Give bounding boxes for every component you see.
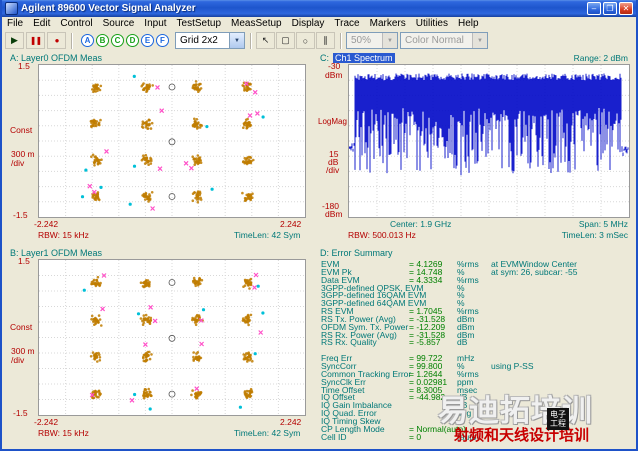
menu-input[interactable]: Input	[139, 18, 171, 29]
error-row: SyncClk Err = 0.02981 ppm	[321, 376, 474, 387]
rbw-label: RBW: 500.013 Hz	[348, 230, 416, 240]
cursor-tool[interactable]: ↖	[256, 32, 275, 49]
panel-d-title: D: Error Summary	[320, 248, 393, 258]
x-max-label: 2.242	[280, 417, 302, 427]
x-min-label: -2.242	[34, 219, 59, 229]
restart-button[interactable]: ▶	[5, 32, 24, 49]
close-button[interactable]: ✕	[619, 2, 633, 15]
pause-icon: ❚❚	[29, 36, 42, 45]
menu-file[interactable]: File	[2, 18, 28, 29]
app-icon	[5, 2, 18, 15]
error-summary-table: EVM = 4.1269 %rms at EVMWindow Center EVM Pk…	[321, 259, 634, 442]
y-axis-label: LogMag	[318, 117, 347, 126]
y-max-label: 1.5	[18, 61, 30, 71]
menu-markers[interactable]: Markers	[365, 18, 411, 29]
span-label: Span: 5 MHz	[578, 219, 628, 229]
trace-e-button[interactable]: E	[141, 34, 154, 47]
y-axis-label: Const	[10, 125, 33, 135]
title-bar: Agilent 89600 Vector Signal Analyzer – ❐…	[2, 0, 636, 17]
x-min-label: -2.242	[34, 417, 59, 427]
y-max-label: 1.5	[18, 256, 30, 266]
y-min-label: -1.5	[13, 408, 28, 418]
spectrum-plot[interactable]	[348, 64, 630, 218]
menu-source[interactable]: Source	[98, 18, 140, 29]
window-title: Agilent 89600 Vector Signal Analyzer	[21, 3, 196, 14]
zoom-select[interactable]: 50% ▼	[346, 32, 398, 49]
main-area: A: Layer0 OFDM Meas 1.5 Const 300 m /div…	[2, 51, 636, 449]
y-min-label: -1.5	[13, 210, 28, 220]
trace-d-button[interactable]: D	[126, 34, 139, 47]
record-icon: ●	[54, 36, 60, 45]
zoom-box-tool[interactable]: ▢	[276, 32, 295, 49]
menu-utilities[interactable]: Utilities	[411, 18, 453, 29]
app-window: Agilent 89600 Vector Signal Analyzer – ❐…	[0, 0, 638, 451]
error-row: Cell ID = 0 (auto)	[321, 431, 480, 442]
constellation-plot-b[interactable]	[38, 259, 306, 416]
menu-control[interactable]: Control	[55, 18, 97, 29]
marker-circle-tool[interactable]: ○	[296, 32, 315, 49]
panel-ch1-spectrum: C: Ch1 Spectrum Range: 2 dBm -30 dBm Log…	[318, 53, 634, 245]
rbw-label: RBW: 15 kHz	[38, 230, 89, 240]
timelen-label: TimeLen: 42 Sym	[234, 428, 301, 438]
toolbar-separator	[250, 32, 251, 49]
toolbar-separator	[71, 32, 72, 49]
chevron-down-icon: ▼	[382, 33, 397, 48]
toolbar: ▶ ❚❚ ● ABCDEF Grid 2x2 ▼ ↖ ▢ ○ ∥ 50% ▼ Colo…	[2, 30, 636, 52]
menu-display[interactable]: Display	[287, 18, 330, 29]
panel-c-title: Ch1 Spectrum	[333, 53, 395, 63]
error-row: Freq Err = 99.722 mHz	[321, 353, 475, 364]
error-row: RS Rx. Quality = -5.857 dB	[321, 337, 468, 348]
chevron-down-icon: ▼	[472, 33, 487, 48]
y-scale-unit2: /div	[326, 165, 340, 175]
timelen-label: TimeLen: 3 mSec	[561, 230, 628, 240]
panel-layer0-ofdm: A: Layer0 OFDM Meas 1.5 Const 300 m /div…	[8, 53, 312, 245]
panel-layer1-ofdm: B: Layer1 OFDM Meas 1.5 Const 300 m /div…	[8, 248, 312, 446]
error-row	[321, 347, 634, 355]
error-row: EVM = 4.1269 %rms at EVMWindow Center	[321, 259, 577, 269]
chevron-down-icon: ▼	[229, 33, 244, 48]
menu-bar: File Edit Control Source Input TestSetup MeasS…	[2, 17, 636, 31]
toolbar-separator	[340, 32, 341, 49]
y-scale-unit: /div	[11, 355, 25, 365]
y-min-unit: dBm	[325, 209, 343, 219]
pause-button[interactable]: ❚❚	[26, 32, 45, 49]
rbw-label: RBW: 15 kHz	[38, 428, 89, 438]
menu-help[interactable]: Help	[453, 18, 484, 29]
menu-testsetup[interactable]: TestSetup	[172, 18, 226, 29]
error-row: Common Tracking Error = 1.2644 %rms	[321, 368, 479, 379]
timelen-label: TimeLen: 42 Sym	[234, 230, 301, 240]
constellation-plot-a[interactable]	[38, 64, 306, 218]
center-freq-label: Center: 1.9 GHz	[390, 219, 452, 229]
record-button[interactable]: ●	[47, 32, 66, 49]
y-scale-unit: /div	[11, 158, 25, 168]
minimize-button[interactable]: –	[587, 2, 601, 15]
panel-error-summary: D: Error Summary EVM = 4.1269 %rms at EVMWi…	[318, 248, 634, 448]
trace-c-button[interactable]: C	[111, 34, 124, 47]
zoom-value: 50%	[351, 35, 372, 46]
y-axis-label: Const	[10, 322, 33, 332]
x-max-label: 2.242	[280, 219, 302, 229]
band-marker-tool[interactable]: ∥	[316, 32, 335, 49]
menu-meassetup[interactable]: MeasSetup	[226, 18, 287, 29]
grid-layout-value: Grid 2x2	[180, 35, 218, 46]
y-max-unit: dBm	[325, 70, 343, 80]
menu-edit[interactable]: Edit	[28, 18, 55, 29]
grid-layout-select[interactable]: Grid 2x2 ▼	[175, 32, 245, 49]
play-icon: ▶	[11, 35, 18, 45]
trace-f-button[interactable]: F	[156, 34, 169, 47]
maximize-button[interactable]: ❐	[603, 2, 617, 15]
color-scheme-select[interactable]: Color Normal ▼	[400, 32, 488, 49]
color-scheme-value: Color Normal	[405, 35, 464, 46]
error-row: Time Offset = 8.3005 msec	[321, 384, 478, 395]
range-label: Range: 2 dBm	[573, 53, 628, 63]
trace-a-button[interactable]: A	[81, 34, 94, 47]
menu-trace[interactable]: Trace	[329, 18, 364, 29]
trace-b-button[interactable]: B	[96, 34, 109, 47]
